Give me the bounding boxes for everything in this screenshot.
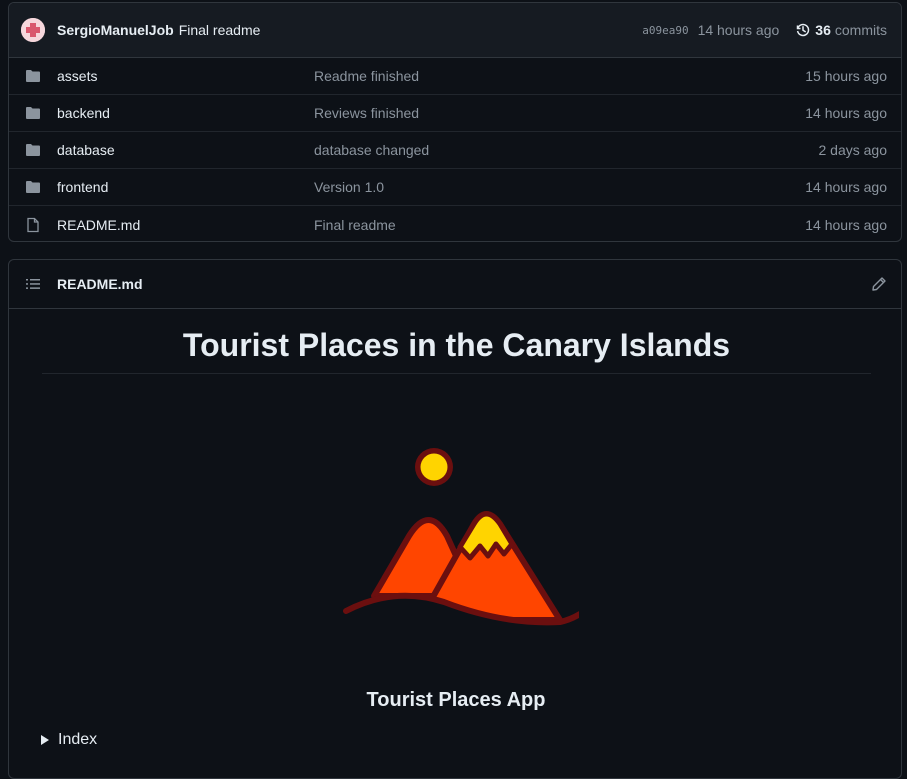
file-commit-message[interactable]: Reviews finished: [314, 105, 805, 121]
readme-filename-link[interactable]: README.md: [57, 276, 143, 292]
triangle-right-icon: [41, 735, 49, 745]
file-row-assets[interactable]: assets Readme finished 15 hours ago: [9, 58, 901, 95]
file-name-link[interactable]: assets: [57, 68, 314, 84]
index-summary-label: Index: [58, 731, 98, 748]
mountain-sun-logo: [334, 444, 583, 634]
folder-icon: [25, 105, 43, 121]
file-commit-date: 14 hours ago: [805, 179, 887, 195]
file-commit-date: 14 hours ago: [805, 216, 887, 233]
history-icon[interactable]: [795, 22, 811, 38]
avatar[interactable]: [21, 18, 45, 42]
folder-icon: [25, 68, 43, 84]
folder-icon: [25, 179, 43, 195]
file-name-link[interactable]: frontend: [57, 179, 314, 195]
file-name-link[interactable]: database: [57, 142, 314, 158]
commit-count[interactable]: 36: [815, 22, 831, 38]
commit-time: 14 hours ago: [697, 22, 780, 38]
file-name-link[interactable]: backend: [57, 105, 314, 121]
index-details-toggle[interactable]: Index: [41, 731, 97, 749]
commits-label[interactable]: commits: [835, 22, 887, 38]
file-icon: [25, 217, 43, 233]
file-commit-date: 14 hours ago: [805, 105, 887, 121]
pencil-icon[interactable]: [871, 276, 887, 292]
file-row-readme[interactable]: README.md Final readme 14 hours ago: [9, 206, 901, 241]
commit-meta: a09ea90 14 hours ago 36 commits: [642, 22, 887, 38]
readme-heading: Tourist Places in the Canary Islands: [42, 327, 871, 374]
file-row-backend[interactable]: backend Reviews finished 14 hours ago: [9, 95, 901, 132]
file-commit-message[interactable]: Readme finished: [314, 68, 805, 84]
commit-sha-link[interactable]: a09ea90: [642, 24, 688, 37]
latest-commit-bar: SergioManuelJob Final readme a09ea90 14 …: [9, 3, 901, 58]
commit-message-link[interactable]: Final readme: [179, 22, 261, 38]
file-browser: SergioManuelJob Final readme a09ea90 14 …: [8, 2, 902, 242]
file-commit-date: 15 hours ago: [805, 68, 887, 84]
app-name: Tourist Places App: [366, 689, 546, 711]
file-name-link[interactable]: README.md: [57, 217, 314, 233]
file-commit-date: 2 days ago: [818, 142, 888, 158]
readme-header: README.md: [9, 260, 901, 309]
readme-panel: README.md Tourist Places in the Canary I…: [8, 259, 902, 779]
file-commit-message[interactable]: Final readme: [314, 217, 805, 233]
commit-author-link[interactable]: SergioManuelJob: [57, 22, 174, 38]
folder-icon: [25, 142, 43, 158]
file-commit-message[interactable]: Version 1.0: [314, 179, 805, 195]
list-unordered-icon[interactable]: [25, 276, 41, 292]
file-row-frontend[interactable]: frontend Version 1.0 14 hours ago: [9, 169, 901, 206]
file-commit-message[interactable]: database changed: [314, 142, 819, 158]
file-row-database[interactable]: database database changed 2 days ago: [9, 132, 901, 169]
